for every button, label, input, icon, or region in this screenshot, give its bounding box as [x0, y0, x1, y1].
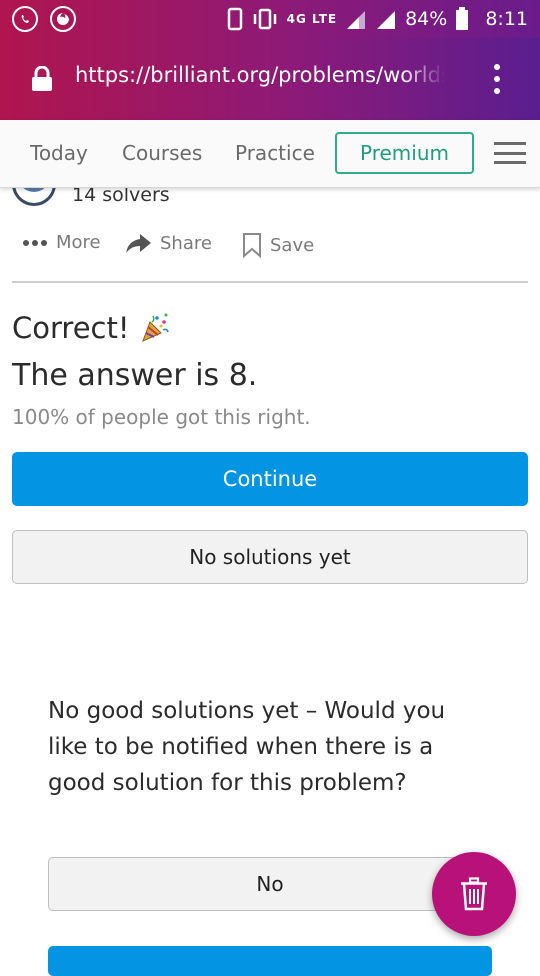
no-solutions-button[interactable]: No solutions yet	[12, 530, 528, 584]
more-button[interactable]: More	[22, 232, 101, 253]
browser-url-bar[interactable]: https://brilliant.org/problems/worlds-	[0, 38, 540, 120]
save-button[interactable]: Save	[242, 232, 314, 258]
clock: 8:11	[485, 8, 528, 30]
phone-outline-icon	[227, 7, 242, 31]
whatsapp-icon	[12, 6, 38, 32]
answer-text: The answer is 8.	[12, 358, 258, 393]
url-text[interactable]: https://brilliant.org/problems/worlds-	[75, 63, 445, 87]
signal-icon-2	[377, 11, 396, 29]
share-arrow-icon	[126, 234, 151, 253]
battery-icon	[456, 7, 469, 30]
network-label: 4G LTE	[286, 12, 338, 26]
section-divider	[12, 281, 528, 283]
nav-courses[interactable]: Courses	[122, 141, 202, 165]
premium-button[interactable]: Premium	[335, 132, 474, 174]
share-label: Share	[160, 232, 212, 254]
nav-today[interactable]: Today	[30, 141, 88, 165]
status-bar: 4G LTE 84% 8:11	[0, 0, 540, 38]
percent-correct: 100% of people got this right.	[12, 405, 311, 429]
nav-practice[interactable]: Practice	[235, 141, 315, 165]
share-button[interactable]: Share	[124, 232, 212, 254]
correct-heading: Correct!	[12, 311, 171, 345]
site-nav: Today Courses Practice Premium	[0, 120, 540, 188]
notify-question: No good solutions yet – Would you like t…	[48, 698, 446, 796]
battery-percent: 84%	[405, 8, 448, 30]
hamburger-menu-icon[interactable]	[494, 142, 526, 164]
party-popper-icon	[142, 313, 170, 342]
browser-menu-icon[interactable]	[490, 64, 504, 94]
notify-no-button[interactable]: No	[48, 857, 492, 911]
more-label: More	[56, 232, 101, 253]
delete-fab[interactable]	[432, 852, 516, 936]
vibrate-icon	[253, 8, 276, 30]
firefox-icon	[50, 6, 76, 32]
save-label: Save	[270, 234, 315, 256]
trash-icon	[461, 877, 487, 911]
signal-icon	[347, 11, 366, 29]
more-dots-icon	[23, 239, 47, 246]
bookmark-icon	[243, 233, 261, 258]
correct-label: Correct!	[12, 311, 130, 345]
lock-icon	[32, 66, 52, 91]
notify-yes-button[interactable]	[48, 946, 492, 976]
continue-button[interactable]: Continue	[12, 452, 528, 506]
